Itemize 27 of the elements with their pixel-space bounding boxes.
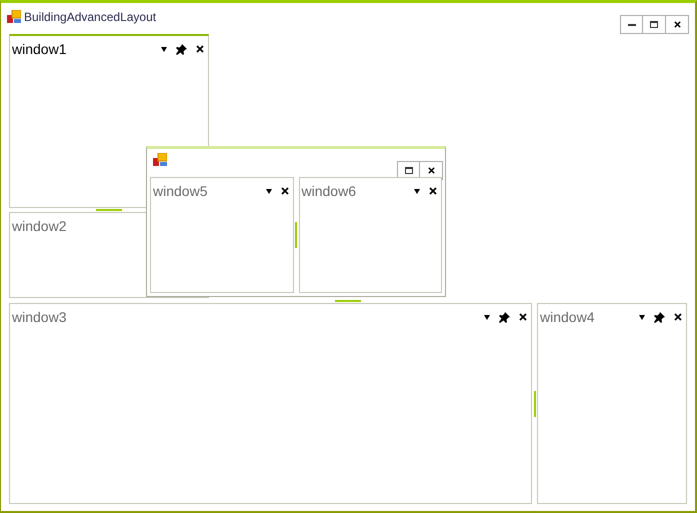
close-icon[interactable] <box>674 313 682 321</box>
pane-title[interactable]: window1 <box>12 38 66 60</box>
pane-title[interactable]: window5 <box>153 180 208 202</box>
dropdown-icon[interactable] <box>266 188 272 194</box>
pin-icon[interactable] <box>499 312 510 322</box>
maximize-button[interactable] <box>643 15 666 34</box>
pane-title[interactable]: window6 <box>302 180 356 202</box>
dropdown-icon[interactable] <box>414 188 420 194</box>
pin-icon[interactable] <box>176 44 187 54</box>
app-icon <box>7 10 21 24</box>
pane-title[interactable]: window4 <box>540 306 594 328</box>
close-icon[interactable] <box>519 313 527 321</box>
close-icon[interactable] <box>196 45 204 53</box>
app-icon <box>153 153 167 167</box>
close-icon[interactable] <box>428 167 434 174</box>
pane-title[interactable]: window2 <box>12 216 66 236</box>
minimize-button[interactable] <box>620 15 643 34</box>
dropdown-icon[interactable] <box>161 46 167 52</box>
dropdown-icon[interactable] <box>484 314 490 320</box>
pin-icon[interactable] <box>654 312 665 322</box>
close-icon[interactable] <box>280 187 288 195</box>
close-button[interactable] <box>666 15 689 34</box>
dropdown-icon[interactable] <box>639 314 645 320</box>
window-title: BuildingAdvancedLayout <box>24 9 156 26</box>
pane-title[interactable]: window3 <box>12 306 66 328</box>
close-icon[interactable] <box>674 21 680 28</box>
close-icon[interactable] <box>429 187 437 195</box>
